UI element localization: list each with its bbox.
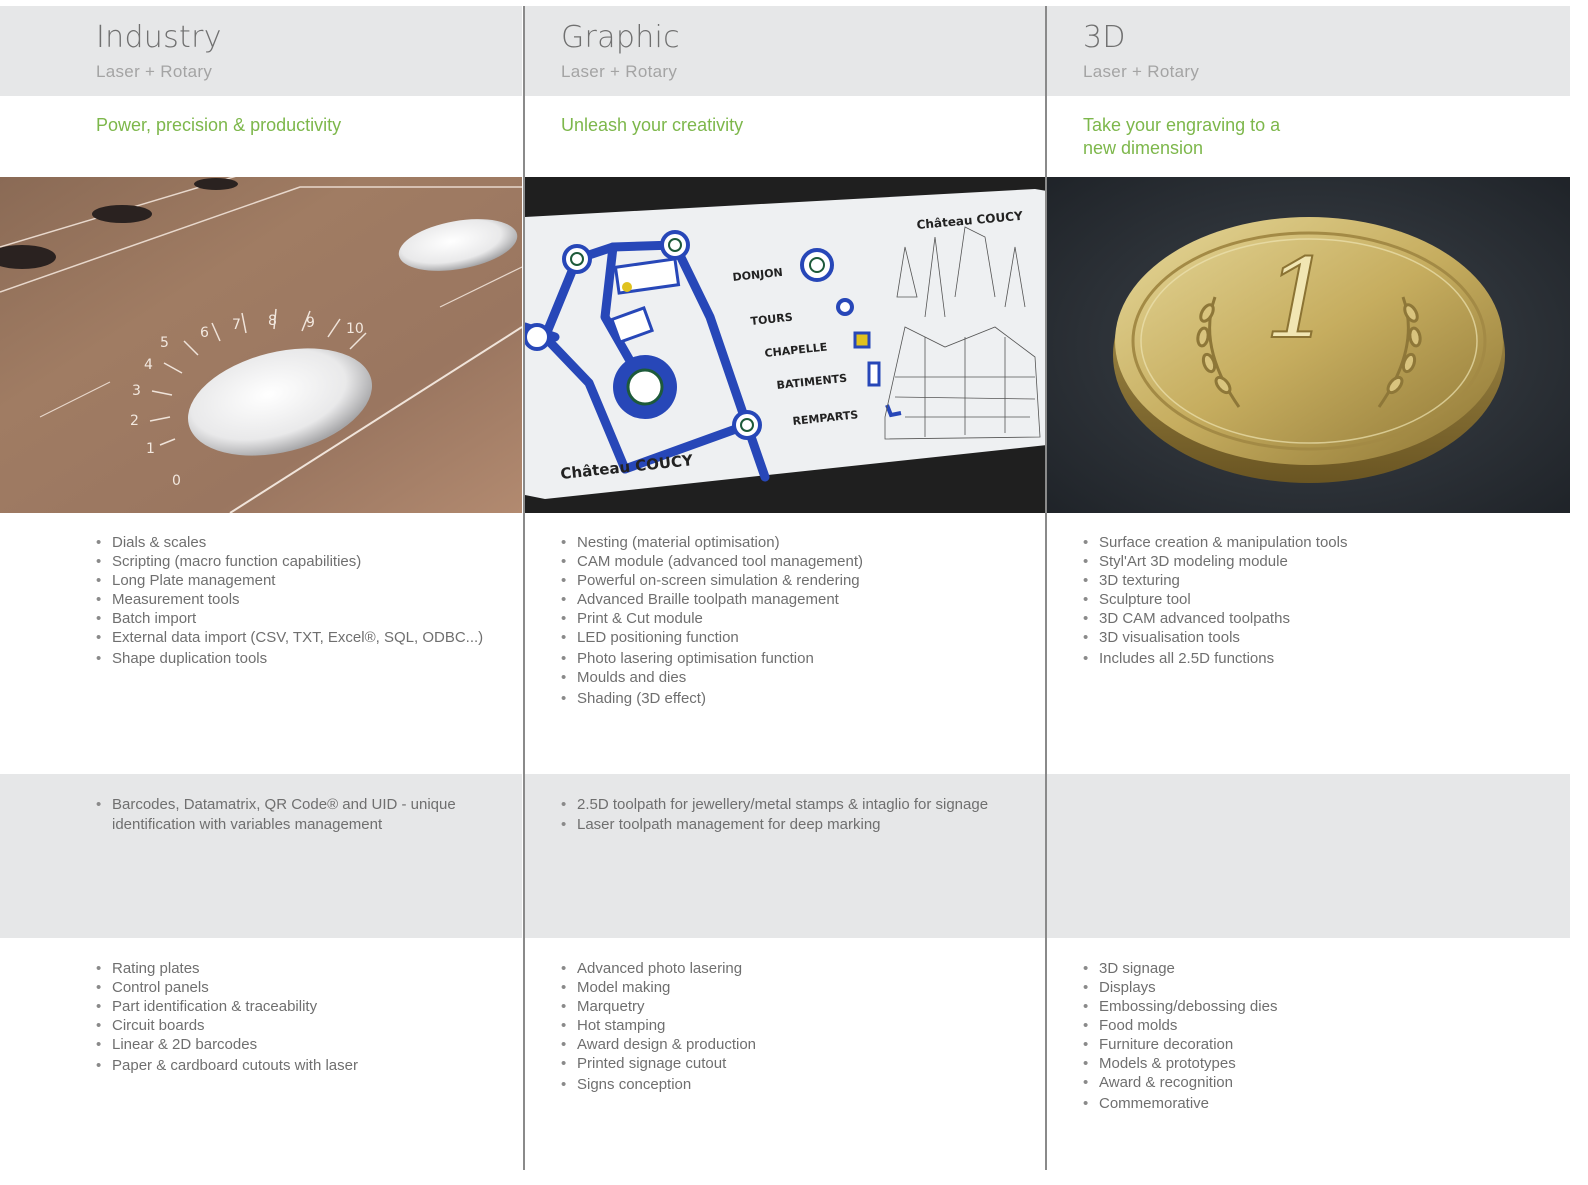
list-item: Advanced photo lasering — [561, 959, 1031, 978]
list-item: 3D CAM advanced toolpaths — [1083, 609, 1503, 628]
industry-photo: 0 1 2 3 4 5 6 7 8 9 10 — [0, 177, 522, 513]
list-item: Nesting (material optimisation) — [561, 533, 1031, 552]
list-item: Printed signage cutout — [561, 1054, 1031, 1073]
comparison-page: Industry Laser + Rotary Power, precision… — [0, 6, 1570, 1170]
list-item: Laser toolpath management for deep marki… — [561, 815, 1031, 835]
column-industry: Industry Laser + Rotary Power, precision… — [0, 6, 522, 1170]
list-item: Furniture decoration — [1083, 1035, 1503, 1054]
list-item: 3D texturing — [1083, 571, 1503, 590]
feature-list: Surface creation & manipulation tools St… — [1083, 533, 1503, 668]
list-item: Paper & cardboard cutouts with laser — [96, 1056, 516, 1075]
list-item: 3D visualisation tools — [1083, 628, 1503, 647]
column-3d: 3D Laser + Rotary Take your engraving to… — [1045, 6, 1570, 1170]
dial-number: 10 — [346, 321, 364, 337]
list-item: Photo lasering optimisation function — [561, 649, 1031, 668]
list-item: Model making — [561, 978, 1031, 997]
list-item: Powerful on-screen simulation & renderin… — [561, 571, 1031, 590]
list-item: Hot stamping — [561, 1016, 1031, 1035]
list-item: Print & Cut module — [561, 609, 1031, 628]
header-band: Graphic Laser + Rotary — [525, 6, 1047, 96]
list-item: Marquetry — [561, 997, 1031, 1016]
list-item: 3D signage — [1083, 959, 1503, 978]
list-item: Batch import — [96, 609, 516, 628]
dial-number: 4 — [144, 357, 153, 373]
tactile-map-image: Château COUCY Château COUCY DONJON TOURS… — [525, 177, 1047, 513]
dial-number: 0 — [172, 473, 181, 489]
dial-number: 8 — [268, 313, 277, 329]
column-graphic: Graphic Laser + Rotary Unleash your crea… — [523, 6, 1047, 1170]
column-tagline: Take your engraving to a new dimension — [1083, 115, 1281, 158]
list-item: Award & recognition — [1083, 1073, 1503, 1092]
list-item: Measurement tools — [96, 590, 516, 609]
column-subtitle: Laser + Rotary — [1083, 62, 1200, 81]
extras-band — [1047, 774, 1570, 938]
list-item: LED positioning function — [561, 628, 1031, 647]
list-item: Shading (3D effect) — [561, 689, 1031, 708]
coin-image: 1 — [1047, 177, 1570, 513]
list-item: Dials & scales — [96, 533, 516, 552]
column-subtitle: Laser + Rotary — [561, 62, 678, 81]
list-item: Circuit boards — [96, 1016, 516, 1035]
dial-number: 3 — [132, 383, 141, 399]
engraved-panel-image: 0 1 2 3 4 5 6 7 8 9 10 — [0, 177, 522, 513]
applications-list: Advanced photo lasering Model making Mar… — [561, 959, 1031, 1094]
3d-photo: 1 — [1047, 177, 1570, 513]
list-item: Sculpture tool — [1083, 590, 1503, 609]
applications-list: 3D signage Displays Embossing/debossing … — [1083, 959, 1503, 1113]
list-item: Includes all 2.5D functions — [1083, 649, 1503, 668]
list-item: Control panels — [96, 978, 516, 997]
list-item: Models & prototypes — [1083, 1054, 1503, 1073]
column-title: 3D — [1083, 20, 1126, 55]
header-band: Industry Laser + Rotary — [0, 6, 522, 96]
list-item: External data import (CSV, TXT, Excel®, … — [96, 628, 516, 647]
list-item: Linear & 2D barcodes — [96, 1035, 516, 1054]
feature-list: Nesting (material optimisation) CAM modu… — [561, 533, 1031, 708]
list-item: Moulds and dies — [561, 668, 1031, 687]
list-item: Shape duplication tools — [96, 649, 516, 668]
dial-number: 2 — [130, 413, 139, 429]
list-item: Surface creation & manipulation tools — [1083, 533, 1503, 552]
list-item: CAM module (advanced tool management) — [561, 552, 1031, 571]
list-item: Part identification & traceability — [96, 997, 516, 1016]
list-item: Award design & production — [561, 1035, 1031, 1054]
column-tagline: Unleash your creativity — [561, 115, 744, 135]
list-item: Styl'Art 3D modeling module — [1083, 552, 1503, 571]
list-item: Rating plates — [96, 959, 516, 978]
dial-number: 1 — [146, 441, 155, 457]
dial-number: 7 — [232, 317, 241, 333]
extras-list: 2.5D toolpath for jewellery/metal stamps… — [561, 795, 1031, 835]
list-item: Displays — [1083, 978, 1503, 997]
header-band: 3D Laser + Rotary — [1047, 6, 1570, 96]
applications-list: Rating plates Control panels Part identi… — [96, 959, 516, 1075]
column-subtitle: Laser + Rotary — [96, 62, 213, 81]
list-item: Food molds — [1083, 1016, 1503, 1035]
dial-number: 5 — [160, 335, 169, 351]
coin-numeral: 1 — [1264, 235, 1334, 363]
dial-number: 9 — [306, 315, 315, 331]
extras-list: Barcodes, Datamatrix, QR Code® and UID -… — [96, 795, 516, 835]
list-item: 2.5D toolpath for jewellery/metal stamps… — [561, 795, 1031, 815]
column-title: Graphic — [561, 20, 680, 55]
dial-number: 6 — [200, 325, 209, 341]
column-title: Industry — [96, 20, 222, 55]
column-tagline: Power, precision & productivity — [96, 115, 342, 135]
list-item: Advanced Braille toolpath management — [561, 590, 1031, 609]
list-item: Barcodes, Datamatrix, QR Code® and UID -… — [96, 795, 516, 835]
feature-list: Dials & scales Scripting (macro function… — [96, 533, 516, 668]
list-item: Long Plate management — [96, 571, 516, 590]
graphic-photo: Château COUCY Château COUCY DONJON TOURS… — [525, 177, 1047, 513]
list-item: Embossing/debossing dies — [1083, 997, 1503, 1016]
list-item: Commemorative — [1083, 1094, 1503, 1113]
list-item: Scripting (macro function capabilities) — [96, 552, 516, 571]
list-item: Signs conception — [561, 1075, 1031, 1094]
